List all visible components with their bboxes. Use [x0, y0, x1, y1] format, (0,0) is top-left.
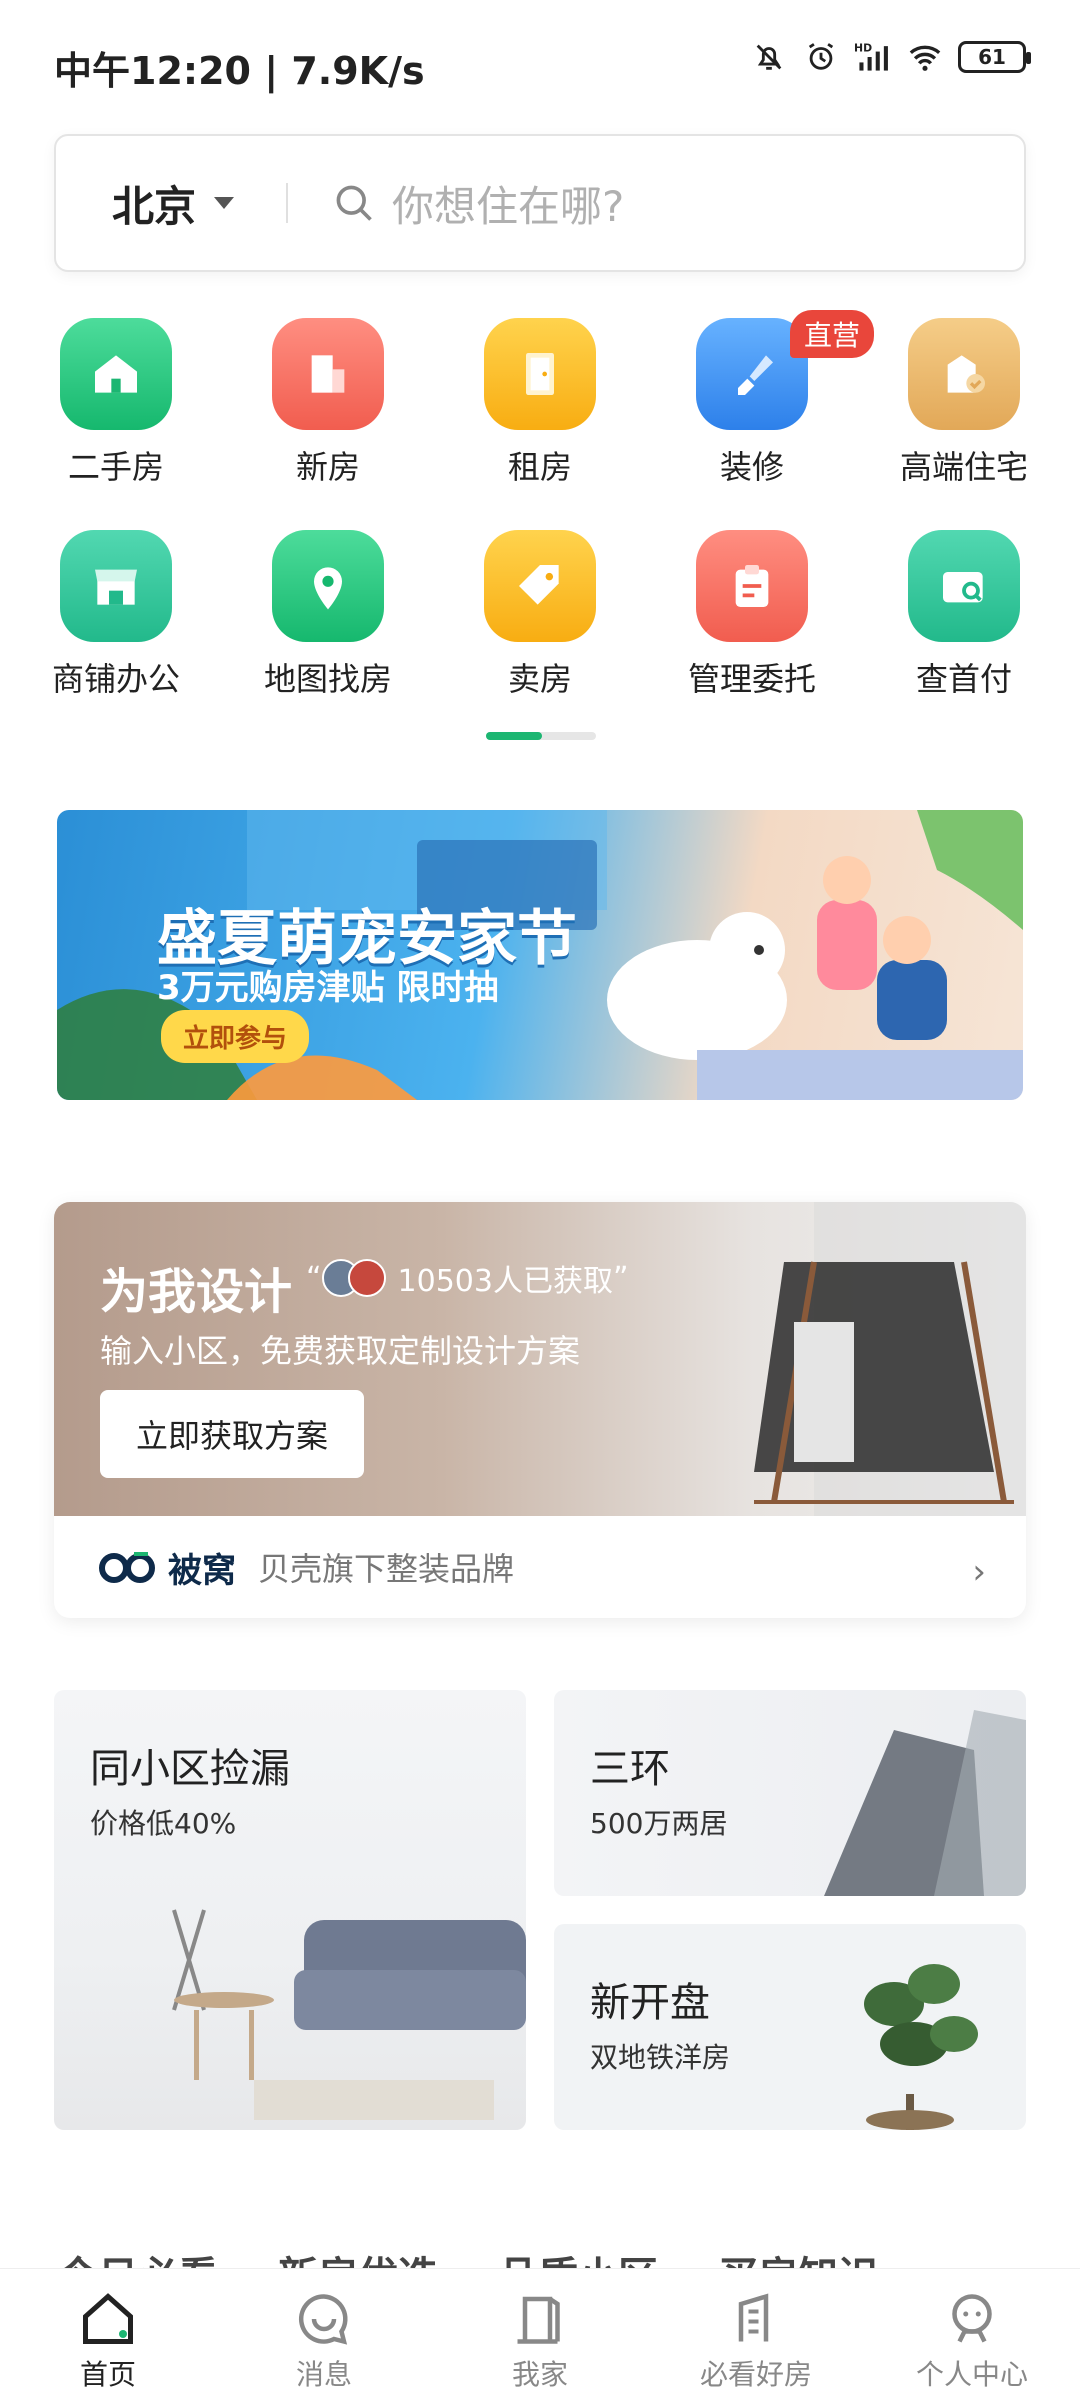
time-text: 中午12:20: [54, 49, 251, 93]
feature-card-bargain[interactable]: 同小区捡漏 价格低40%: [54, 1690, 526, 2130]
app-screen: 中午12:20 | 7.9K/s HD 61 北京 你想住在哪? 二手房 新房 …: [0, 0, 1080, 2400]
nav-label: 必看好房: [699, 2358, 812, 2391]
nav-label: 首页: [79, 2358, 136, 2391]
grid-row-1: 二手房 新房 租房 直营 装修 高端住宅: [0, 310, 1080, 518]
design-card-hero: 为我设计 “ 10503人已获取 ” 输入小区，免费获取定制设计方案 立即获取方…: [54, 1202, 1026, 1516]
design-brand-row[interactable]: 被窝 贝壳旗下整装品牌 ›: [54, 1516, 1026, 1618]
grid-item-decoration[interactable]: 直营 装修: [662, 310, 874, 488]
nav-my-home[interactable]: 我家: [432, 2269, 648, 2400]
nav-must-see[interactable]: 必看好房: [648, 2269, 864, 2400]
search-input[interactable]: 你想住在哪?: [392, 173, 624, 234]
grid-label: 地图找房: [263, 660, 392, 698]
feature-card-third-ring[interactable]: 三环 500万两居: [554, 1690, 1026, 1896]
close-quote: ”: [612, 1260, 629, 1296]
card-title: 新开盘: [590, 1980, 710, 2026]
design-subtitle: 输入小区，免费获取定制设计方案: [100, 1332, 581, 1370]
grid-label: 装修: [719, 448, 784, 486]
nav-label: 个人中心: [915, 2358, 1028, 2391]
grid-item-rent[interactable]: 租房: [450, 318, 630, 488]
my-home-icon: [517, 2296, 560, 2344]
grid-label: 管理委托: [687, 660, 816, 698]
search-icon: [336, 185, 372, 221]
avatar: [347, 1259, 386, 1297]
grid-item-down-payment[interactable]: 查首付: [874, 530, 1054, 700]
grid-label: 高端住宅: [899, 448, 1028, 486]
design-social-proof: “ 10503人已获取 ”: [306, 1256, 629, 1300]
svg-text:HD: HD: [854, 42, 872, 55]
grid-label: 新房: [295, 448, 360, 486]
promo-banner[interactable]: 盛夏萌宠安家节 3万元购房津贴 限时抽 立即参与: [57, 810, 1023, 1100]
grid-label: 二手房: [67, 448, 164, 486]
city-selector[interactable]: 北京: [112, 173, 235, 234]
direct-badge: 直营: [789, 310, 874, 358]
home-icon: [83, 2293, 133, 2344]
grid-item-second-hand[interactable]: 二手房: [26, 318, 206, 488]
door-icon: [484, 318, 596, 430]
alarm-icon: [802, 38, 840, 76]
card-subtitle: 双地铁洋房: [590, 2041, 731, 2074]
grid-item-new-house[interactable]: 新房: [238, 318, 418, 488]
brand-mark-icon: [99, 1552, 155, 1583]
bottom-navigation: 首页 消息 我家 必看好房 个人中心: [0, 2268, 1080, 2400]
search-bar[interactable]: 北京 你想住在哪?: [54, 134, 1026, 272]
grid-label: 查首付: [915, 660, 1012, 698]
wifi-icon: [906, 38, 944, 76]
shop-icon: [60, 530, 172, 642]
nav-messages[interactable]: 消息: [216, 2269, 432, 2400]
network-speed: 7.9K/s: [291, 49, 425, 93]
grid-label: 卖房: [507, 660, 572, 698]
separator: |: [264, 49, 292, 93]
open-quote: “: [306, 1260, 322, 1296]
nav-label: 我家: [511, 2358, 568, 2391]
brand-logo: 被窝: [98, 1543, 236, 1592]
wallet-search-icon: [908, 530, 1020, 642]
clipboard-icon: [696, 530, 808, 642]
grid-item-entrust[interactable]: 管理委托: [662, 530, 842, 700]
building-outline-icon: [738, 2293, 769, 2342]
mute-icon: [750, 38, 788, 76]
nav-profile[interactable]: 个人中心: [864, 2269, 1080, 2400]
card-subtitle: 价格低40%: [90, 1807, 237, 1840]
battery-icon: 61: [958, 41, 1031, 73]
grid-label: 租房: [507, 448, 572, 486]
card-subtitle: 500万两居: [590, 1807, 728, 1840]
banner-subtitle: 3万元购房津贴 限时抽: [157, 968, 499, 1008]
brush-icon: 直营: [696, 310, 874, 430]
grid-label: 商铺办公: [51, 660, 180, 698]
page-indicator-active: [486, 732, 542, 740]
premium-house-icon: [908, 318, 1020, 430]
status-time: 中午12:20 | 7.9K/s: [54, 40, 425, 95]
caret-down-icon: [214, 197, 235, 209]
page-indicator: [486, 732, 596, 740]
message-icon: [298, 2294, 348, 2345]
nav-label: 消息: [295, 2358, 352, 2391]
city-name: 北京: [112, 181, 197, 231]
grid-item-premium[interactable]: 高端住宅: [874, 318, 1054, 488]
grid-item-map-search[interactable]: 地图找房: [238, 530, 418, 700]
banner-cta-button[interactable]: 立即参与: [161, 1010, 310, 1063]
nav-home[interactable]: 首页: [0, 2269, 216, 2400]
status-icons: HD 61: [750, 38, 1031, 76]
divider: [286, 183, 289, 223]
tag-icon: [484, 530, 596, 642]
status-bar: 中午12:20 | 7.9K/s HD 61: [0, 0, 1080, 128]
get-plan-button[interactable]: 立即获取方案: [100, 1390, 364, 1478]
hd-signal-icon: HD: [854, 38, 892, 76]
grid-item-shop-office[interactable]: 商铺办公: [26, 530, 206, 700]
card-title: 三环: [590, 1746, 670, 1792]
map-pin-icon: [272, 530, 384, 642]
design-card[interactable]: 为我设计 “ 10503人已获取 ” 输入小区，免费获取定制设计方案 立即获取方…: [54, 1202, 1026, 1618]
obtained-count: 10503人已获取: [397, 1264, 613, 1299]
building-icon: [272, 318, 384, 430]
grid-item-sell[interactable]: 卖房: [450, 530, 630, 700]
house-icon: [60, 318, 172, 430]
profile-icon: [952, 2294, 992, 2343]
grid-row-2: 商铺办公 地图找房 卖房 管理委托 查首付: [0, 530, 1080, 730]
brand-tagline: 贝壳旗下整装品牌: [258, 1550, 515, 1588]
design-title: 为我设计: [100, 1264, 293, 1320]
feature-card-new-opening[interactable]: 新开盘 双地铁洋房: [554, 1924, 1026, 2130]
brand-name: 被窝: [168, 1550, 236, 1591]
card-title: 同小区捡漏: [90, 1746, 290, 1792]
chevron-right-icon: ›: [972, 1552, 986, 1592]
